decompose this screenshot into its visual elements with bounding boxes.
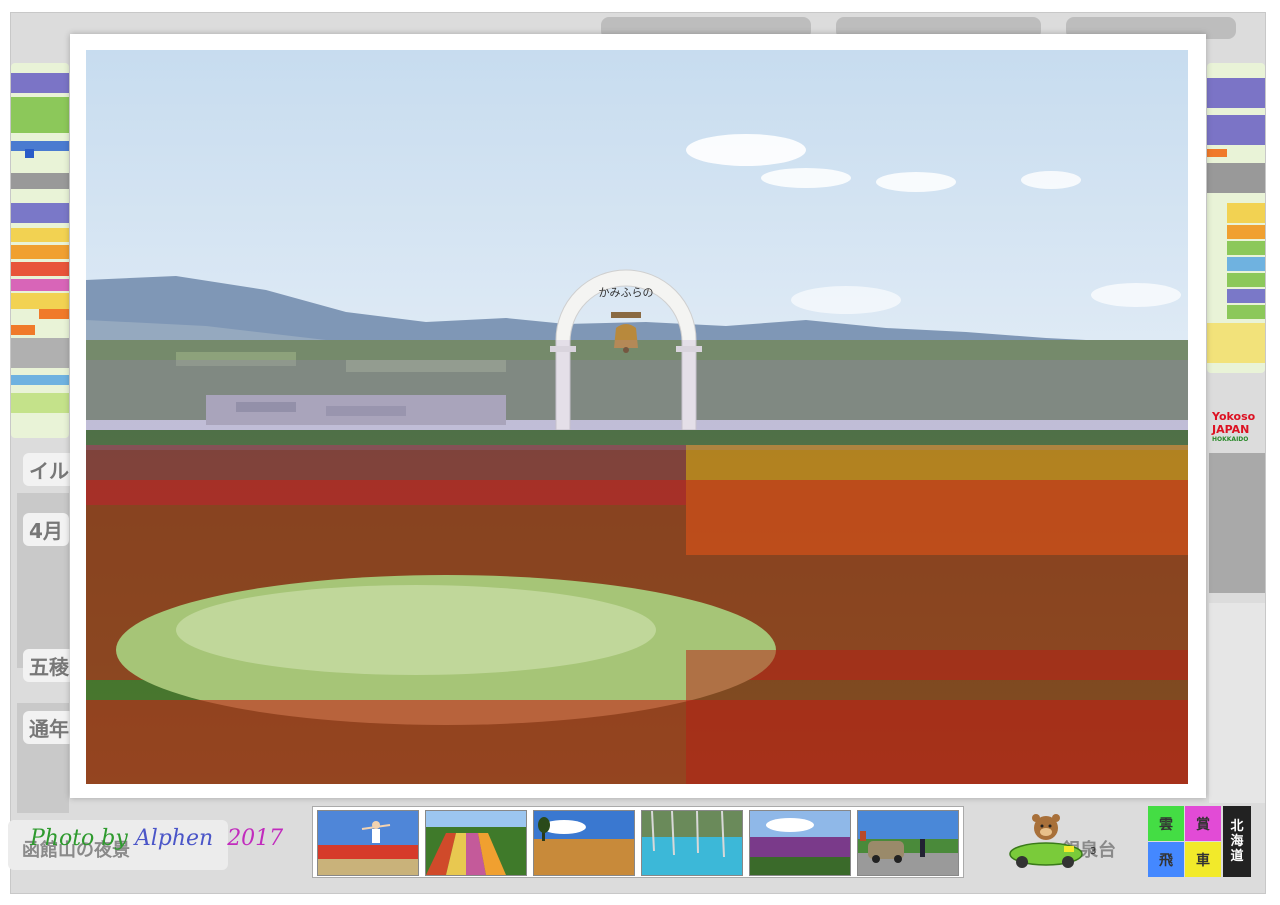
bg-panel [1209, 603, 1265, 803]
thumb-wheat-tree[interactable] [533, 810, 635, 876]
svg-text:з: з [1090, 843, 1096, 857]
map-illustration-left [11, 63, 69, 438]
thumb-girl-flowers[interactable] [317, 810, 419, 876]
yokoso-japan-logo: Yokoso JAPAN HOKKAIDO [1212, 410, 1268, 458]
thumb-purple-flowers[interactable] [749, 810, 851, 876]
bg-label: 五稜 [23, 649, 75, 682]
credit-year: 2017 [227, 826, 284, 851]
bg-label: 4月 [23, 513, 69, 546]
badge-char: 北 [1230, 819, 1244, 834]
map-illustration-right [1207, 63, 1265, 373]
flower-hill-photo: かみふらの [86, 50, 1188, 784]
badge-cell: 賞 [1185, 806, 1221, 841]
badge-char: 道 [1230, 849, 1244, 864]
credit-photo-by: Photo by [30, 826, 128, 851]
badge-vertical-text: 北 海 道 [1223, 806, 1251, 877]
badge-cell: 車 [1185, 842, 1221, 877]
yokoso-line1: Yokoso [1212, 410, 1256, 423]
badge-char: 海 [1230, 834, 1244, 849]
bg-label: イル [23, 453, 75, 486]
photo-credit: Photo by Alphen 2017 [30, 826, 283, 851]
bg-panel [1209, 453, 1265, 593]
thumb-car-road[interactable] [857, 810, 959, 876]
yokoso-line3: HOKKAIDO [1212, 436, 1249, 443]
credit-name: Alphen [134, 826, 214, 851]
thumb-blue-pond[interactable] [641, 810, 743, 876]
bg-label: 通年 [23, 711, 75, 744]
badge-cell: 雲 [1148, 806, 1184, 841]
main-photo-card: かみふらの [70, 34, 1206, 798]
hokkaido-badge: 雲 賞 飛 車 北 海 道 [1148, 806, 1252, 878]
bear-car-mascot-icon: з [1006, 812, 1102, 870]
yokoso-line2: JAPAN [1212, 423, 1250, 436]
arch-sign-text: かみふらの [599, 286, 654, 299]
thumb-striped-fields[interactable] [425, 810, 527, 876]
badge-cell: 飛 [1148, 842, 1184, 877]
thumbnail-strip [312, 806, 964, 878]
